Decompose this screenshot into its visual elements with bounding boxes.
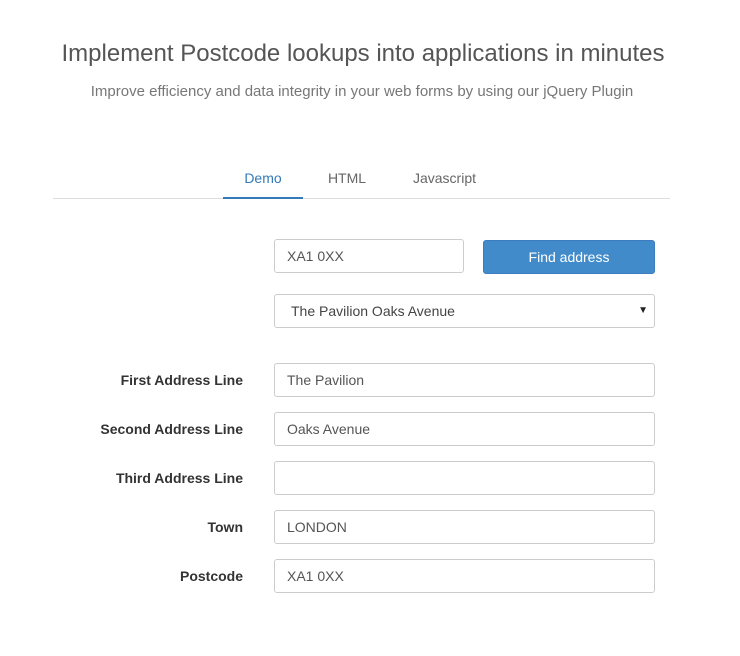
second-address-line-input[interactable]: Oaks Avenue (274, 412, 655, 446)
page-subtitle: Improve efficiency and data integrity in… (90, 83, 634, 100)
town-label: Town (207, 519, 243, 535)
town-input[interactable]: LONDON (274, 510, 655, 544)
second-address-line-label: Second Address Line (100, 421, 243, 437)
first-address-line-input[interactable]: The Pavilion (274, 363, 655, 397)
postcode-label: Postcode (179, 568, 243, 584)
page-title: Implement Postcode lookups into applicat… (61, 40, 665, 67)
address-select-value: The Pavilion Oaks Avenue (291, 303, 455, 319)
tab-demo[interactable]: Demo (223, 160, 303, 199)
postcode-lookup-input[interactable]: XA1 0XX (274, 239, 464, 273)
third-address-line-input[interactable] (274, 461, 655, 495)
tab-javascript[interactable]: Javascript (398, 160, 491, 198)
caret-down-icon: ▼ (638, 305, 648, 316)
tab-html[interactable]: HTML (313, 160, 381, 198)
address-select[interactable]: The Pavilion Oaks Avenue ▼ (274, 294, 655, 328)
tab-bar: Demo HTML Javascript (53, 160, 670, 199)
postcode-input[interactable]: XA1 0XX (274, 559, 655, 593)
find-address-button[interactable]: Find address (483, 240, 655, 274)
first-address-line-label: First Address Line (120, 372, 243, 388)
third-address-line-label: Third Address Line (115, 470, 243, 486)
